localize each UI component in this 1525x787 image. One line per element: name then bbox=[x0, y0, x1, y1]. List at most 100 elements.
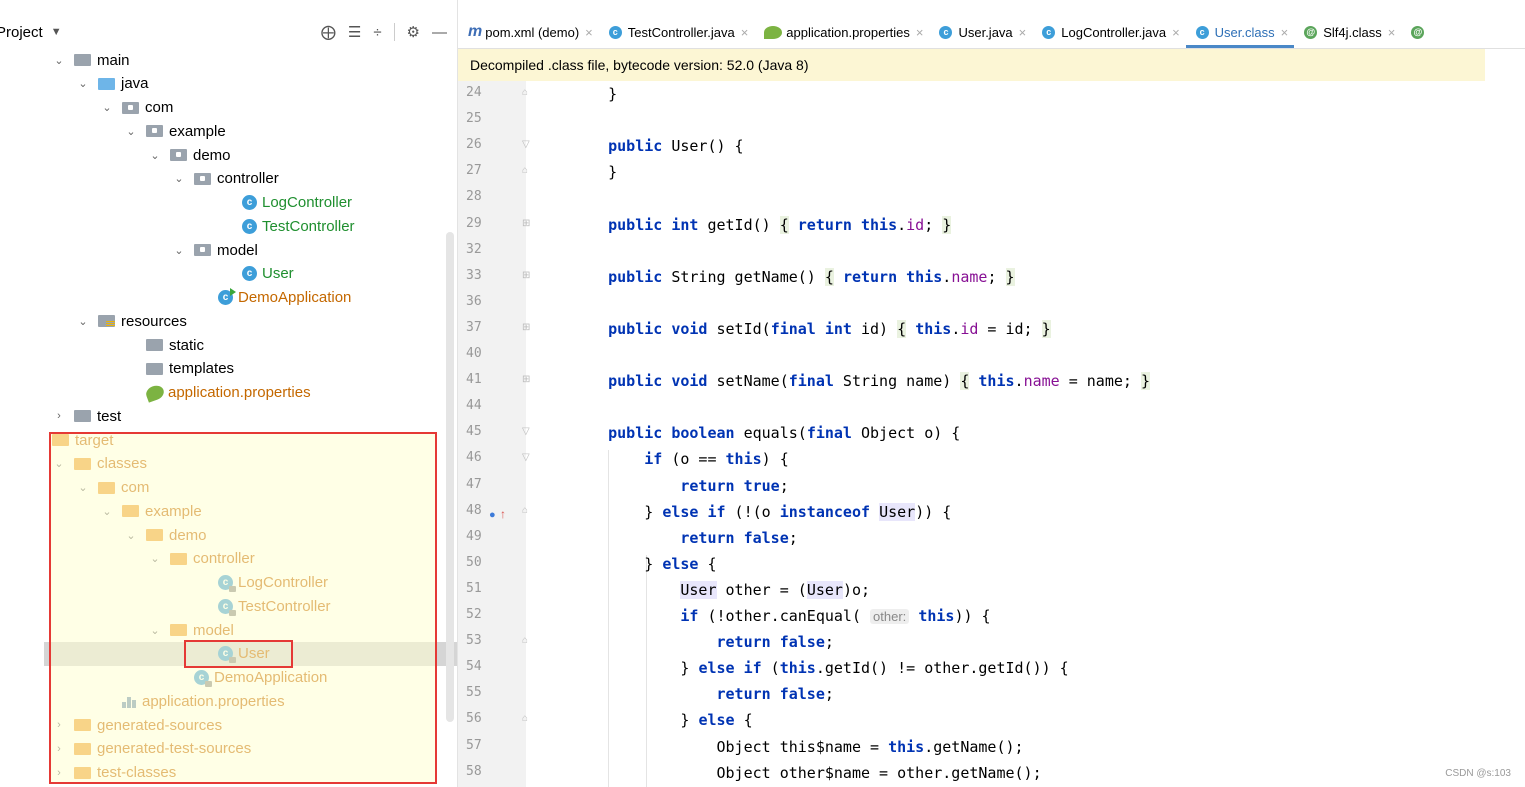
expand-all-icon[interactable]: ☰ bbox=[348, 23, 361, 41]
editor-tab[interactable]: @ bbox=[1401, 16, 1436, 48]
tree-item[interactable]: ⌄ resources bbox=[0, 309, 457, 333]
chevron-down-icon[interactable]: ⌄ bbox=[124, 529, 138, 542]
tree-item[interactable]: ⌄ com bbox=[0, 476, 457, 500]
chevron-right-icon[interactable]: › bbox=[52, 410, 66, 422]
fold-icon[interactable]: ⊞ bbox=[522, 374, 530, 385]
tree-item[interactable]: ⌄ demo bbox=[0, 143, 457, 167]
close-icon[interactable]: × bbox=[1281, 25, 1289, 40]
chevron-down-icon[interactable]: ⌄ bbox=[124, 125, 138, 138]
tree-item[interactable]: ⌄ controller bbox=[0, 547, 457, 571]
fold-icon[interactable]: ⌂ bbox=[522, 713, 528, 724]
fold-icon[interactable]: ⌂ bbox=[522, 635, 528, 646]
tree-item[interactable]: c LogController bbox=[0, 191, 457, 215]
tree-item[interactable]: application.properties bbox=[0, 381, 457, 405]
chevron-down-icon[interactable]: ⌄ bbox=[148, 149, 162, 162]
code-line[interactable]: } else { bbox=[572, 555, 716, 573]
close-icon[interactable]: × bbox=[916, 25, 924, 40]
tree-item[interactable]: ⌄ classes bbox=[0, 452, 457, 476]
tree-item[interactable]: ⌄ demo bbox=[0, 523, 457, 547]
code-line[interactable]: User other = (User)o; bbox=[572, 580, 870, 599]
code-area[interactable]: } public User() { } public int getId() {… bbox=[538, 81, 1525, 787]
chevron-right-icon[interactable]: › bbox=[52, 743, 66, 755]
tree-item[interactable]: › test-classes bbox=[0, 761, 457, 785]
tree-item[interactable]: c DemoApplication bbox=[0, 286, 457, 310]
fold-icon[interactable]: ⌂ bbox=[522, 87, 528, 98]
chevron-down-icon[interactable]: ⌄ bbox=[76, 77, 90, 90]
close-icon[interactable]: × bbox=[1172, 25, 1180, 40]
chevron-down-icon[interactable]: ⌄ bbox=[52, 457, 66, 470]
code-line[interactable]: return true; bbox=[572, 477, 788, 495]
fold-icon[interactable]: ⌂ bbox=[522, 165, 528, 176]
code-line[interactable]: return false; bbox=[572, 633, 834, 651]
fold-icon[interactable]: ⊞ bbox=[522, 322, 530, 333]
chevron-right-icon[interactable]: › bbox=[52, 767, 66, 779]
code-line[interactable]: public void setId(final int id) { this.i… bbox=[572, 319, 1051, 338]
fold-icon[interactable]: ⊞ bbox=[522, 270, 530, 281]
tree-item[interactable]: ⌄ controller bbox=[0, 167, 457, 191]
code-line[interactable]: public boolean equals(final Object o) { bbox=[572, 424, 960, 442]
code-line[interactable]: } else if (!(o instanceof User)) { bbox=[572, 502, 951, 521]
chevron-down-icon[interactable]: ⌄ bbox=[172, 172, 186, 185]
chevron-down-icon[interactable]: ⌄ bbox=[148, 624, 162, 637]
chevron-down-icon[interactable]: ⌄ bbox=[172, 244, 186, 257]
close-icon[interactable]: × bbox=[1019, 25, 1027, 40]
tree-item[interactable]: ⌄ example bbox=[0, 499, 457, 523]
editor-tab[interactable]: application.properties × bbox=[754, 16, 929, 48]
code-line[interactable]: return false; bbox=[572, 529, 797, 547]
close-icon[interactable]: × bbox=[585, 25, 593, 40]
fold-icon[interactable]: ⌂ bbox=[522, 505, 528, 516]
tree-item[interactable]: ⌄ model bbox=[0, 618, 457, 642]
code-line[interactable]: } bbox=[572, 85, 617, 103]
override-arrow-icon[interactable]: ↑ bbox=[500, 507, 506, 521]
code-line[interactable]: return false; bbox=[572, 685, 834, 703]
chevron-down-icon[interactable]: ⌄ bbox=[52, 54, 66, 67]
chevron-down-icon[interactable]: ⌄ bbox=[148, 552, 162, 565]
code-line[interactable]: Object this$name = this.getName(); bbox=[572, 738, 1023, 756]
tree-item[interactable]: application.properties bbox=[0, 689, 457, 713]
fold-icon[interactable]: ▽ bbox=[522, 139, 530, 150]
tree-item[interactable]: c User bbox=[0, 262, 457, 286]
hide-icon[interactable]: — bbox=[432, 24, 447, 41]
tree-item[interactable]: c DemoApplication bbox=[0, 666, 457, 690]
code-line[interactable]: } bbox=[572, 163, 617, 181]
tree-item[interactable]: ⌄ java bbox=[0, 72, 457, 96]
tree-item[interactable]: c TestController bbox=[0, 594, 457, 618]
code-line[interactable]: } else { bbox=[572, 711, 752, 729]
tree-item[interactable]: ⌄ com bbox=[0, 96, 457, 120]
code-line[interactable]: if (o == this) { bbox=[572, 450, 789, 468]
override-marker-icon[interactable]: ● bbox=[489, 509, 496, 521]
locate-icon[interactable]: ⨁ bbox=[321, 23, 336, 41]
editor-tab[interactable]: @ Slf4j.class × bbox=[1294, 16, 1401, 48]
code-line[interactable]: public User() { bbox=[572, 137, 743, 155]
editor-tab[interactable]: c TestController.java × bbox=[599, 16, 755, 48]
editor-tab[interactable]: c User.class × bbox=[1185, 16, 1295, 48]
chevron-down-icon[interactable]: ⌄ bbox=[100, 505, 114, 518]
collapse-all-icon[interactable]: ÷ bbox=[373, 24, 381, 41]
tree-item[interactable]: c TestController bbox=[0, 214, 457, 238]
tree-item[interactable]: c LogController bbox=[0, 571, 457, 595]
tree-item[interactable]: c User bbox=[44, 641, 457, 666]
chevron-down-icon[interactable]: ▼ bbox=[51, 26, 62, 38]
editor-tab[interactable]: c LogController.java × bbox=[1032, 16, 1185, 48]
fold-icon[interactable]: ▽ bbox=[522, 452, 530, 463]
tree-item[interactable]: target bbox=[0, 428, 457, 452]
tree-item[interactable]: ⌄ example bbox=[0, 119, 457, 143]
editor-tab[interactable]: c User.java × bbox=[929, 16, 1032, 48]
gear-icon[interactable]: ⚙ bbox=[407, 23, 420, 41]
editor-tab[interactable]: m pom.xml (demo) × bbox=[458, 16, 599, 48]
tree-item[interactable]: ⌄ model bbox=[0, 238, 457, 262]
code-line[interactable]: public int getId() { return this.id; } bbox=[572, 215, 952, 234]
code-line[interactable]: public void setName(final String name) {… bbox=[572, 372, 1150, 391]
project-title[interactable]: Project bbox=[0, 24, 43, 41]
tree-item[interactable]: › test bbox=[0, 404, 457, 428]
tree-item[interactable]: › generated-test-sources bbox=[0, 737, 457, 761]
code-line[interactable]: } else if (this.getId() != other.getId()… bbox=[572, 659, 1068, 677]
tree-item[interactable]: templates bbox=[0, 357, 457, 381]
close-icon[interactable]: × bbox=[1388, 25, 1396, 40]
tree-scrollbar[interactable] bbox=[446, 232, 454, 722]
fold-icon[interactable]: ⊞ bbox=[522, 218, 530, 229]
chevron-down-icon[interactable]: ⌄ bbox=[100, 101, 114, 114]
code-line[interactable]: Object other$name = other.getName(); bbox=[572, 764, 1041, 782]
chevron-down-icon[interactable]: ⌄ bbox=[76, 481, 90, 494]
fold-icon[interactable]: ▽ bbox=[522, 426, 530, 437]
